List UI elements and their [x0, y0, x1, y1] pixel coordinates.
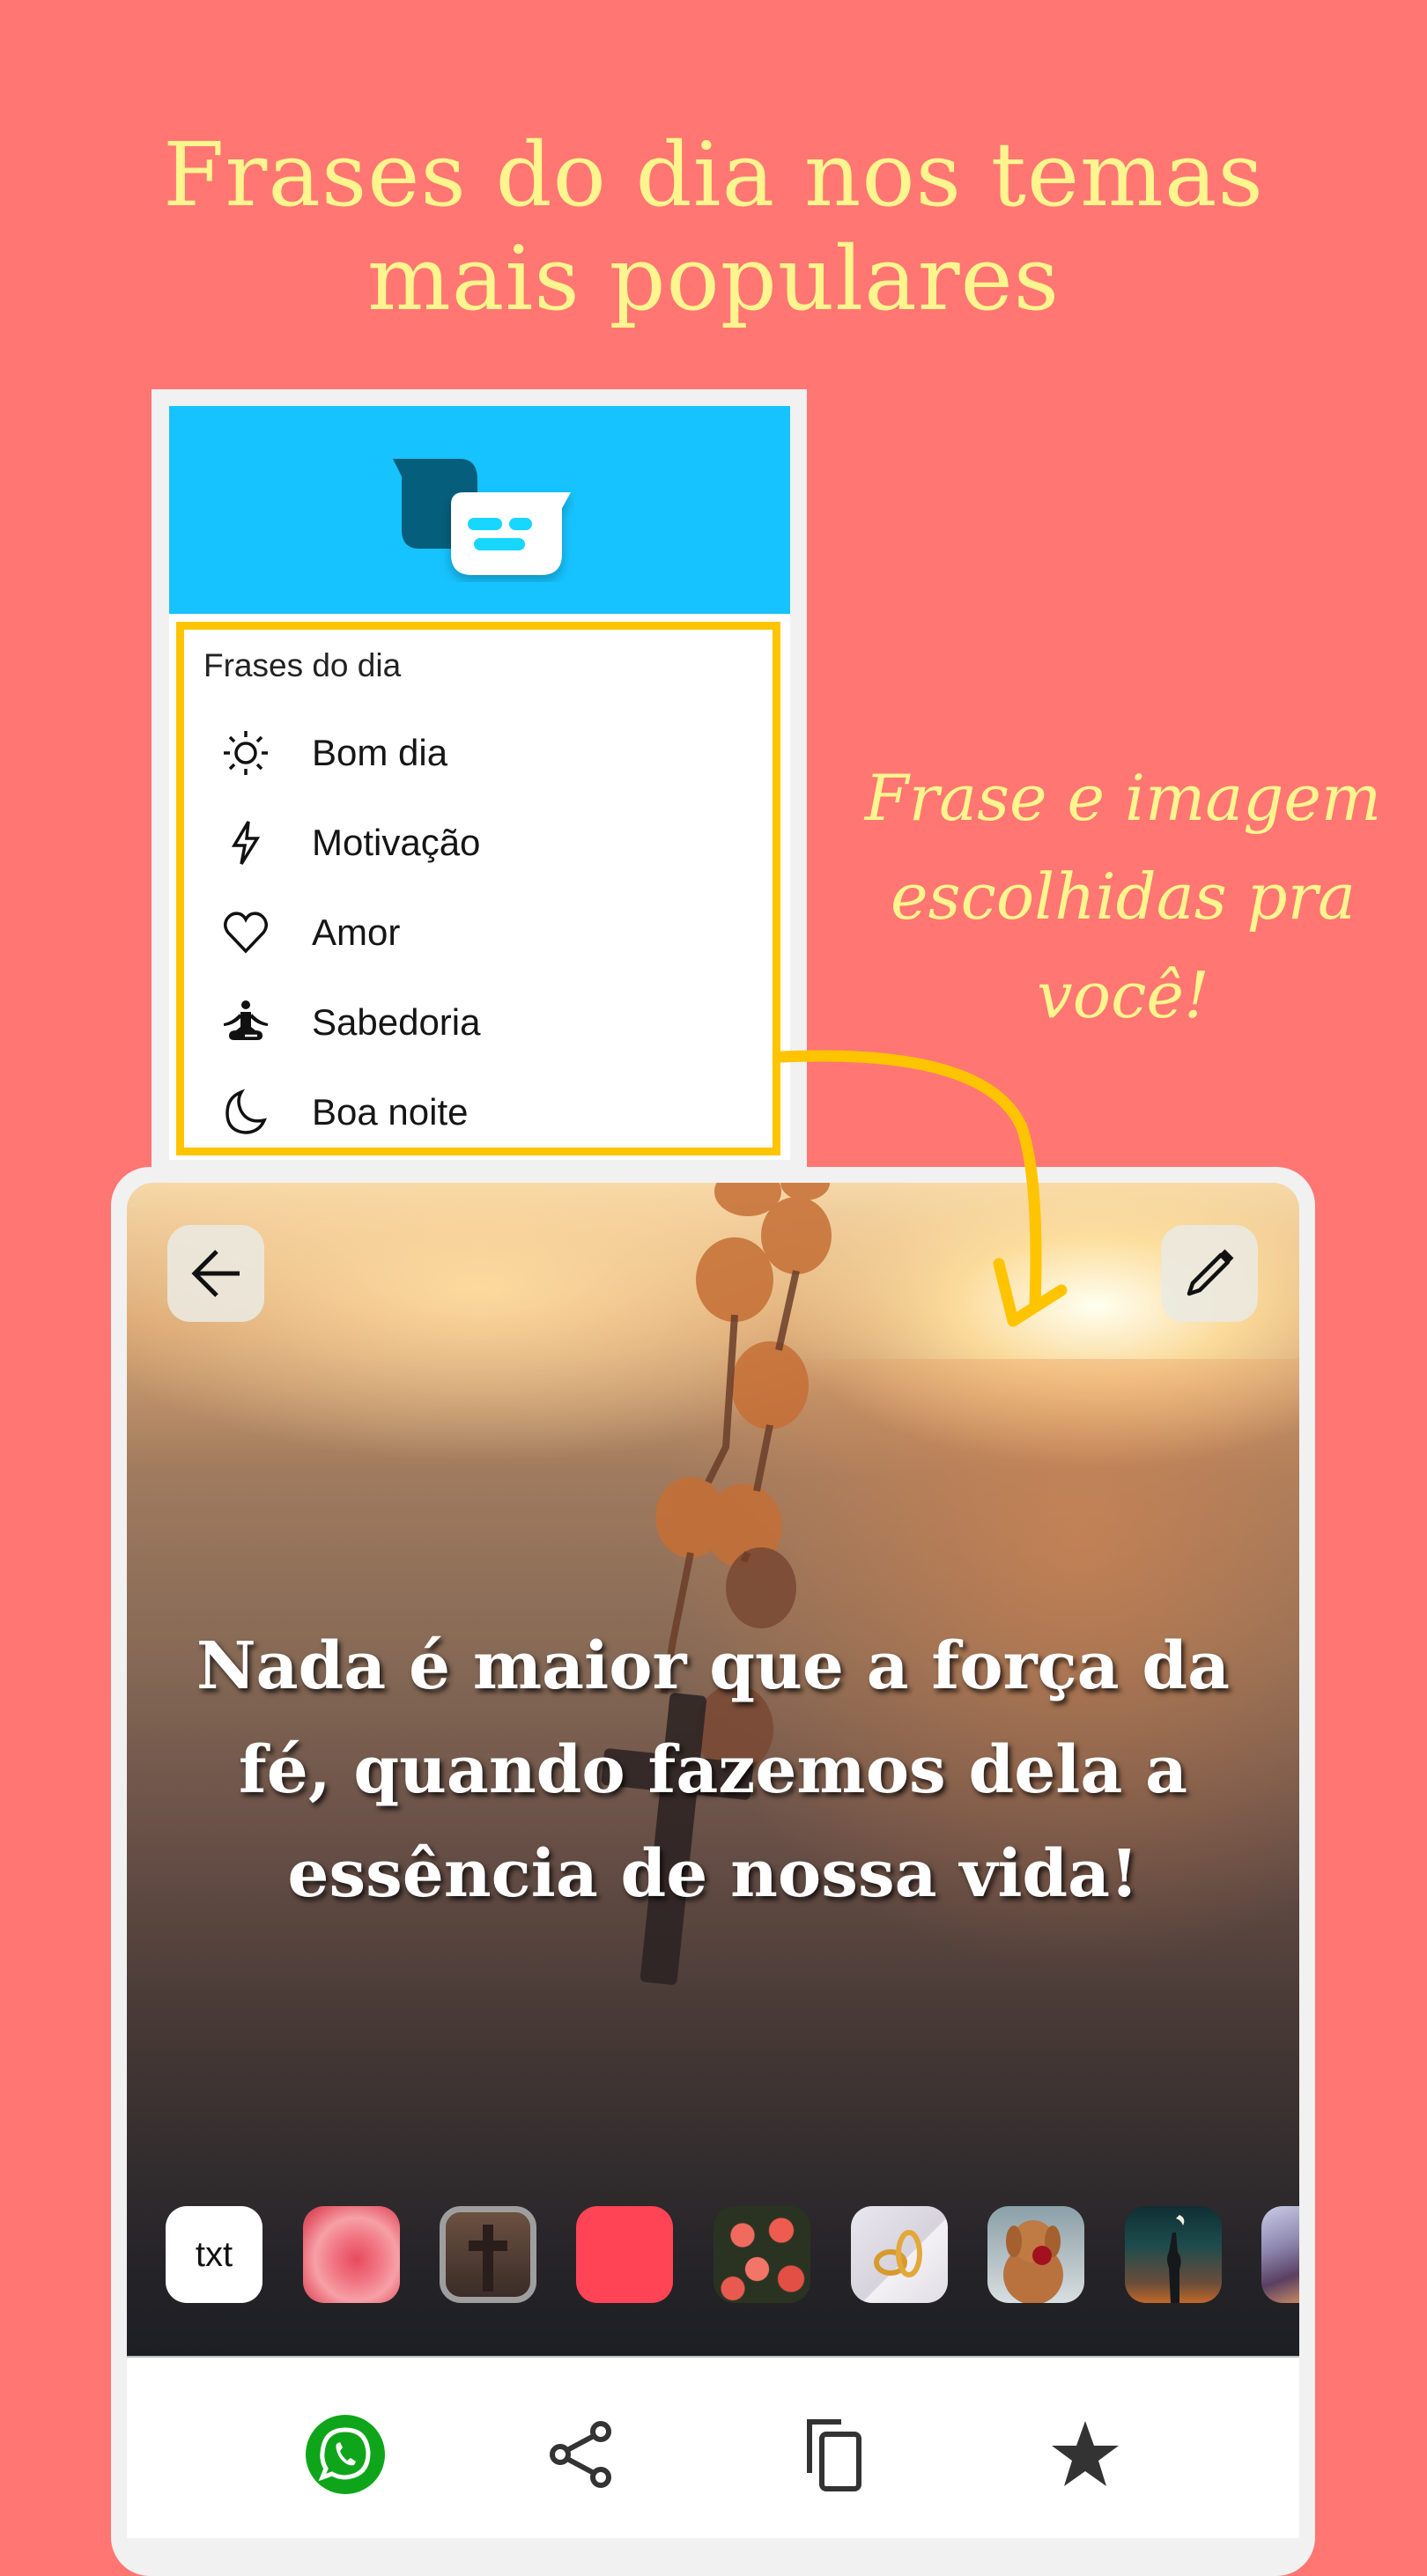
- star-icon: [1052, 2421, 1119, 2486]
- promo-script-text: Frase e imagem escolhidas pra você!: [859, 749, 1387, 1044]
- headline-line-2: mais populares: [366, 227, 1061, 330]
- drawer-item-label: Motivação: [312, 822, 481, 863]
- quote-line-3: essência de nossa vida!: [287, 1836, 1139, 1912]
- arrow-left-icon: [191, 1250, 240, 1297]
- moon-icon: [203, 1086, 294, 1139]
- copy-button[interactable]: [792, 2410, 880, 2498]
- quote-line-1: Nada é maior que a força da: [196, 1628, 1231, 1704]
- background-option-pink-rose[interactable]: [303, 2206, 400, 2303]
- background-option-cross-rosary[interactable]: [440, 2206, 536, 2303]
- drawer-item-amor[interactable]: Amor: [203, 893, 766, 972]
- whatsapp-icon: [306, 2415, 385, 2494]
- background-option-red-roses[interactable]: [714, 2206, 810, 2303]
- copy-icon: [807, 2419, 861, 2491]
- cross-thumb-icon: [469, 2225, 507, 2292]
- background-option-label: txt: [195, 2234, 233, 2274]
- background-option-night-silhouette[interactable]: [1125, 2206, 1222, 2303]
- action-bar: [127, 2356, 1299, 2538]
- chat-bubbles-icon: [393, 459, 571, 575]
- background-option-couple-lights[interactable]: [1261, 2206, 1299, 2303]
- script-line-2: escolhidas pra: [891, 860, 1356, 934]
- background-option-red-solid[interactable]: [576, 2206, 673, 2303]
- silhouette-thumb-icon: [1167, 2215, 1185, 2303]
- headline-line-1: Frases do dia nos temas: [163, 123, 1264, 226]
- drawer-header: [169, 406, 790, 614]
- promo-headline: Frases do dia nos temas mais populares: [0, 123, 1427, 331]
- share-whatsapp-button[interactable]: [301, 2410, 389, 2498]
- sun-icon: [203, 727, 294, 779]
- quote-image: Nada é maior que a força da fé, quando f…: [127, 1183, 1299, 2356]
- quote-line-2: fé, quando fazemos dela a: [238, 1732, 1188, 1808]
- heart-icon: [203, 906, 294, 959]
- background-option-wedding-rings[interactable]: [851, 2206, 948, 2303]
- share-icon: [550, 2421, 611, 2488]
- drawer-item-label: Boa noite: [312, 1091, 469, 1133]
- quote-text: Nada é maior que a força da fé, quando f…: [180, 1614, 1246, 1926]
- rings-thumb-icon: [874, 2230, 922, 2277]
- drawer-item-label: Bom dia: [312, 732, 448, 773]
- drawer-section-title: Frases do dia: [203, 647, 402, 683]
- drawer-item-boa-noite[interactable]: Boa noite: [203, 1073, 766, 1152]
- lightning-icon: [203, 816, 294, 869]
- pencil-icon: [1187, 1249, 1234, 1296]
- script-line-1: Frase e imagem: [864, 761, 1382, 835]
- drawer-item-motivacao[interactable]: Motivação: [203, 803, 766, 882]
- drawer-item-label: Sabedoria: [312, 1001, 481, 1043]
- drawer-item-sabedoria[interactable]: Sabedoria: [203, 983, 766, 1062]
- script-line-3: você!: [1037, 958, 1209, 1032]
- dog-thumb-icon: [1003, 2220, 1063, 2303]
- drawer-item-label: Amor: [312, 912, 401, 953]
- share-button[interactable]: [539, 2410, 627, 2498]
- meditation-icon: [203, 996, 294, 1049]
- edit-button[interactable]: [1161, 1225, 1258, 1322]
- back-button[interactable]: [167, 1225, 264, 1322]
- drawer-item-bom-dia[interactable]: Bom dia: [203, 713, 766, 793]
- background-option-text[interactable]: txt: [166, 2206, 262, 2303]
- favorite-button[interactable]: [1041, 2410, 1129, 2498]
- background-option-dog-rose[interactable]: [987, 2206, 1084, 2303]
